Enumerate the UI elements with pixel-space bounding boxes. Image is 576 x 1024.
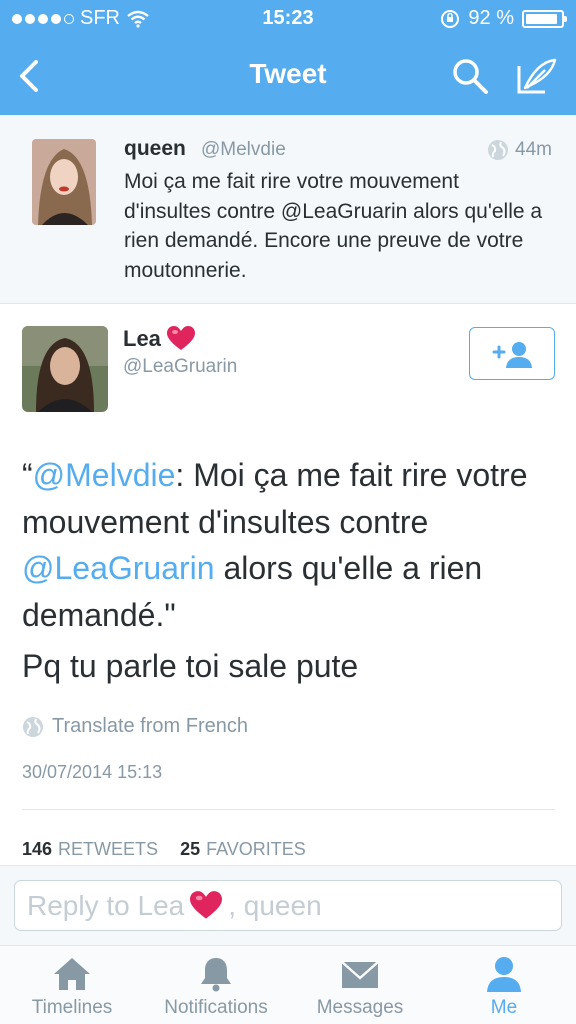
translate-link[interactable]: Translate from French xyxy=(22,715,248,738)
reply-placeholder-prefix: Reply to Lea xyxy=(27,889,185,921)
battery-icon xyxy=(522,9,567,28)
add-user-icon xyxy=(492,341,532,368)
compose-icon[interactable] xyxy=(515,56,559,96)
heart-icon xyxy=(190,890,223,919)
avatar[interactable] xyxy=(32,139,96,225)
tab-timelines[interactable]: Timelines xyxy=(0,946,144,1024)
bell-icon xyxy=(201,958,231,992)
translate-label[interactable]: Translate from French xyxy=(52,715,248,738)
parent-tweet-name[interactable]: queen xyxy=(124,137,186,161)
retweets-label[interactable]: RETWEETS xyxy=(58,839,158,860)
rotation-lock-icon xyxy=(441,9,460,28)
home-icon xyxy=(54,958,90,990)
globe-icon xyxy=(23,716,43,737)
favorites-label[interactable]: FAVORITES xyxy=(206,839,306,860)
main-tweet-comment: Pq tu parle toi sale pute xyxy=(22,648,359,684)
search-icon[interactable] xyxy=(450,56,490,96)
tab-bar: Timelines Notifications Messages Me xyxy=(0,945,576,1024)
main-tweet-name-text[interactable]: Lea xyxy=(123,326,161,352)
main-tweet-text: “@Melvdie: Moi ça me fait rire votre mou… xyxy=(22,452,562,638)
tweet-date: 30/07/2014 15:13 xyxy=(22,762,163,782)
status-bar: SFR 15:23 92 % xyxy=(0,0,576,38)
main-tweet-handle[interactable]: @LeaGruarin xyxy=(123,356,237,378)
parent-tweet-handle[interactable]: @Melvdie xyxy=(201,139,286,161)
follow-button[interactable] xyxy=(469,327,555,380)
heart-icon xyxy=(166,326,195,350)
avatar[interactable] xyxy=(22,326,108,412)
favorites-count[interactable]: 25 xyxy=(180,839,200,860)
reply-input[interactable]: Reply to Lea , queen xyxy=(14,880,562,931)
parent-tweet-text: Moi ça me fait rire votre mouvement d'in… xyxy=(124,170,543,282)
mention-link[interactable]: @Melvdie xyxy=(33,457,176,493)
quote-open: “ xyxy=(22,457,33,493)
tab-notifications[interactable]: Notifications xyxy=(144,946,288,1024)
battery-percent: 92 % xyxy=(468,7,514,29)
main-tweet-name[interactable]: Lea xyxy=(123,326,195,352)
tab-label: Messages xyxy=(316,997,404,1018)
reply-bar: Reply to Lea , queen xyxy=(0,865,576,945)
globe-icon xyxy=(488,140,509,160)
envelope-icon xyxy=(341,961,379,988)
tab-messages[interactable]: Messages xyxy=(288,946,432,1024)
mention-link[interactable]: @LeaGruarin xyxy=(22,550,215,586)
tab-label: Timelines xyxy=(31,997,113,1018)
parent-tweet-time: 44m xyxy=(487,139,552,161)
nav-bar: Tweet xyxy=(0,38,576,115)
parent-tweet-time-text: 44m xyxy=(515,139,552,160)
reply-placeholder-suffix: , queen xyxy=(228,889,322,921)
tweet-stats: 146 RETWEETS 25 FAVORITES xyxy=(22,839,306,860)
parent-tweet[interactable]: queen @Melvdie 44m Moi ça me fait rire v… xyxy=(0,115,576,304)
tab-label: Me xyxy=(490,997,518,1018)
divider xyxy=(22,809,555,810)
person-icon xyxy=(487,957,521,992)
tab-me[interactable]: Me xyxy=(432,946,576,1024)
top-header: SFR 15:23 92 % Tweet xyxy=(0,0,576,115)
retweets-count[interactable]: 146 xyxy=(22,839,52,860)
tab-label: Notifications xyxy=(164,997,268,1018)
status-right: 92 % xyxy=(440,7,567,30)
